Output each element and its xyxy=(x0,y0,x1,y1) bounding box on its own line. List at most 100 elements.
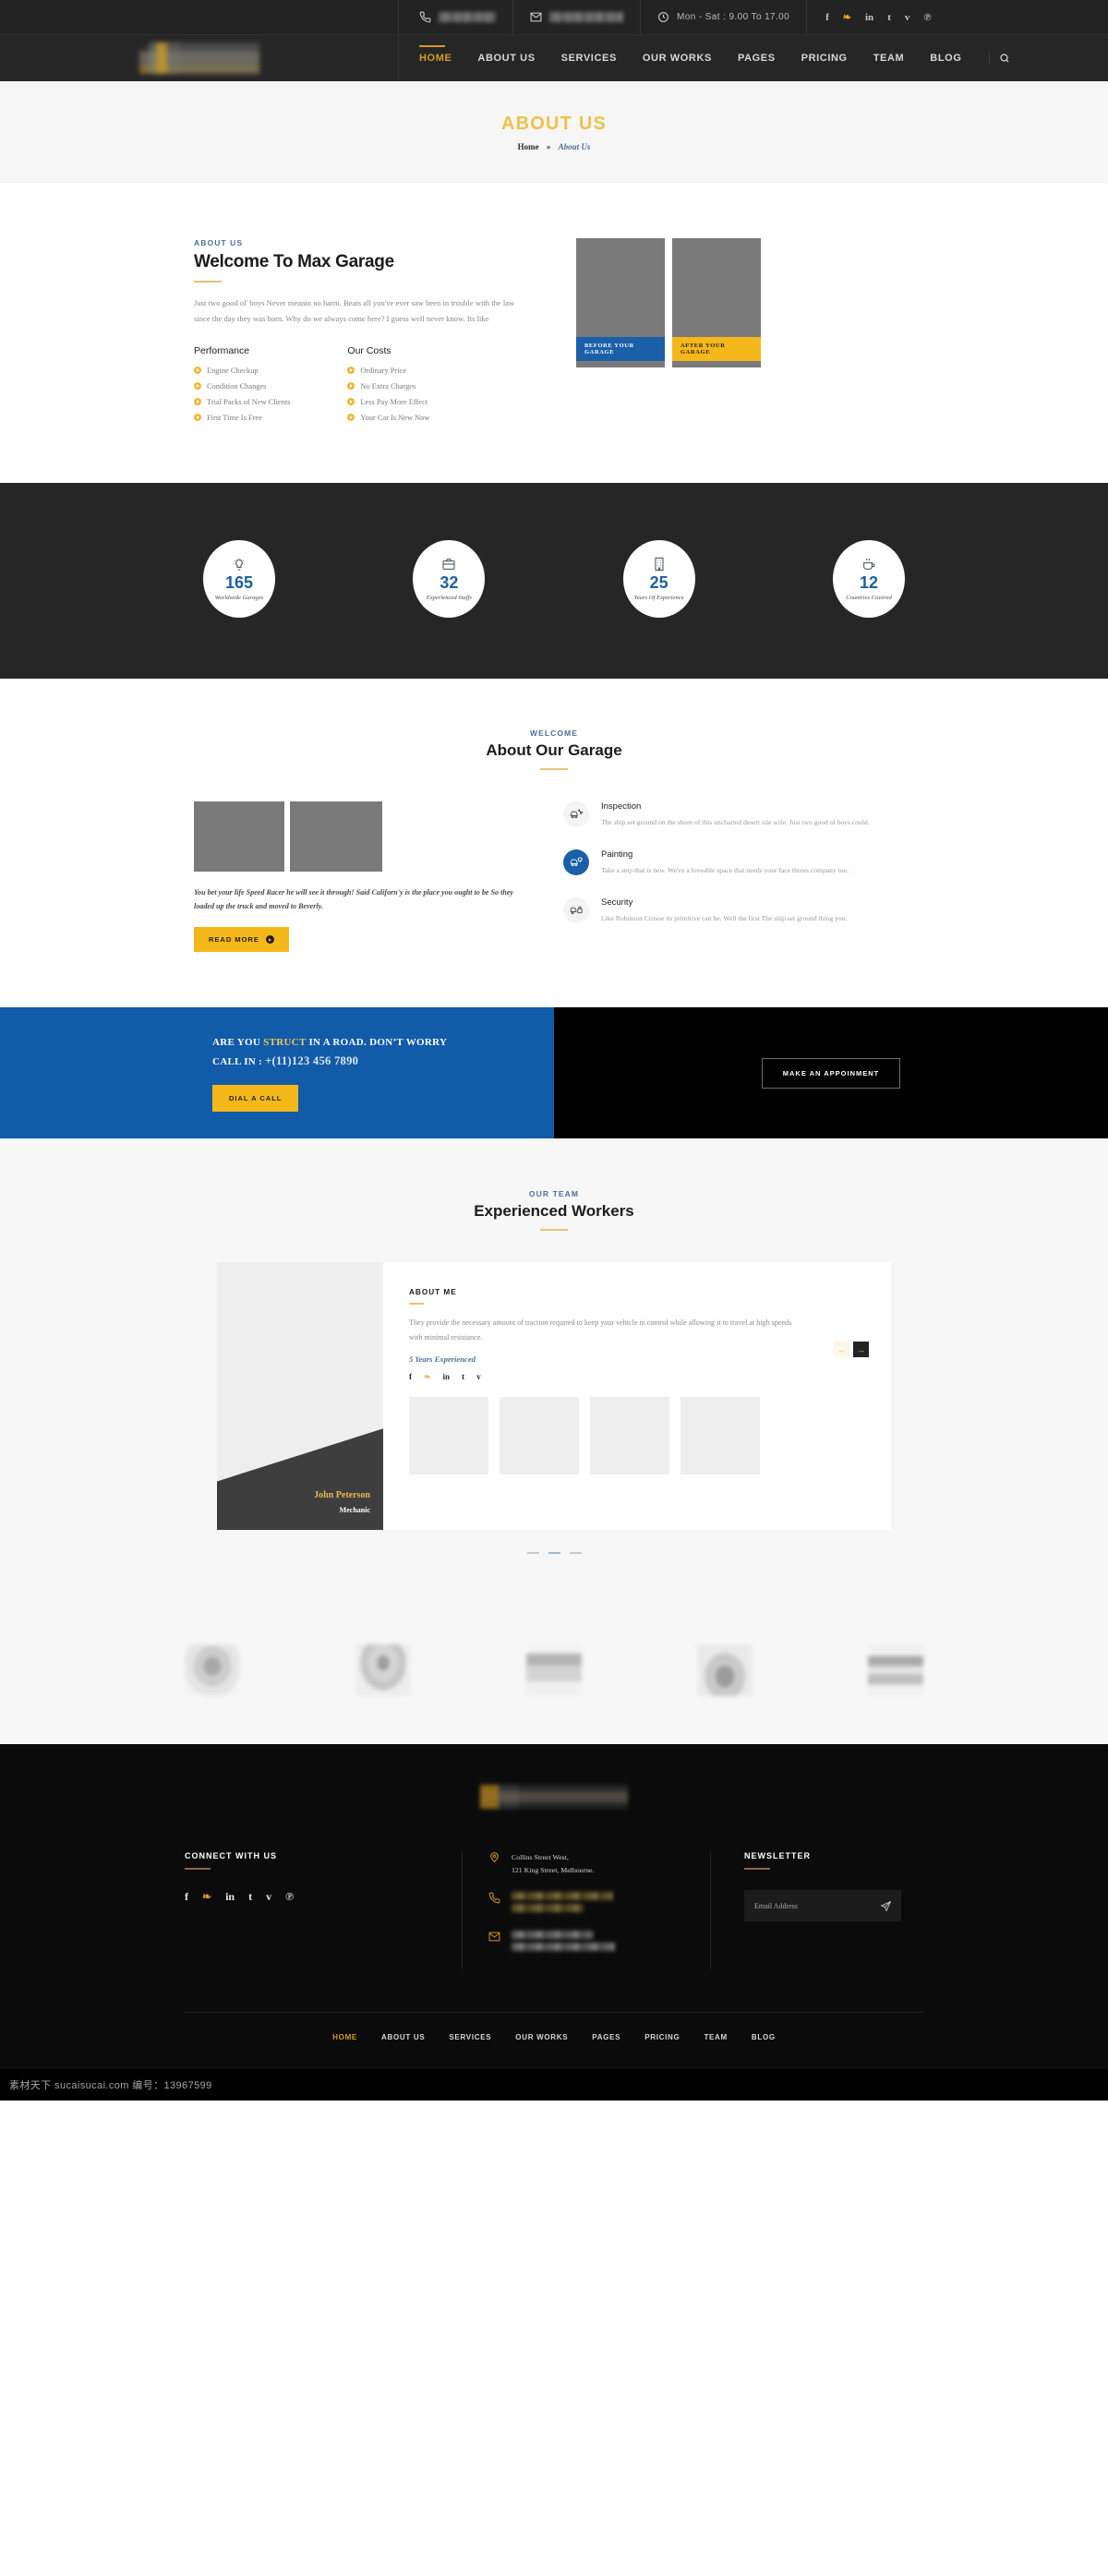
topbar-social-links: f ❧ in t v ℗ xyxy=(807,11,931,24)
topbar-hours: Mon - Sat : 9.00 To 17.00 xyxy=(641,0,808,35)
team-thumbnail[interactable] xyxy=(409,1396,488,1475)
team-carousel-nav: ← → xyxy=(834,1342,869,1358)
map-pin-icon xyxy=(488,1851,500,1863)
dial-a-call-button[interactable]: DIAL A CALL xyxy=(212,1085,299,1113)
chevron-circle-icon xyxy=(347,398,355,405)
topbar-phone[interactable] xyxy=(419,0,513,35)
footer-nav-about-us[interactable]: ABOUT US xyxy=(381,2033,425,2041)
footer-logo[interactable] xyxy=(480,1785,628,1810)
about-text-column: ABOUT US Welcome To Max Garage Just two … xyxy=(194,238,545,429)
cta-line1-b: IN A ROAD. DON’T WORRY xyxy=(306,1037,448,1049)
read-more-label: READ MORE xyxy=(209,935,259,945)
pinterest-icon[interactable]: ℗ xyxy=(285,1890,294,1904)
team-thumbnail[interactable] xyxy=(590,1396,669,1475)
vimeo-icon[interactable]: v xyxy=(905,12,910,23)
facebook-icon[interactable]: f xyxy=(825,12,829,23)
newsletter-send-button[interactable] xyxy=(870,1890,901,1921)
linkedin-icon[interactable]: in xyxy=(865,12,873,23)
footer-underline xyxy=(185,1868,211,1871)
vimeo-icon[interactable]: v xyxy=(476,1372,481,1382)
newsletter-email-input[interactable] xyxy=(744,1890,870,1922)
list-item: Trial Packs of New Clients xyxy=(194,398,290,406)
carousel-dot[interactable] xyxy=(569,1552,582,1555)
service-item-security[interactable]: Security Like Robinson Crusoe its primit… xyxy=(563,897,914,925)
team-member-details: ABOUT ME They provide the necessary amou… xyxy=(383,1262,891,1530)
site-logo[interactable] xyxy=(0,35,399,81)
chevron-circle-icon xyxy=(194,367,201,374)
counter-label: Experienced Staffs xyxy=(426,594,472,601)
footer-email[interactable] xyxy=(488,1930,684,1955)
carousel-dot-active[interactable] xyxy=(548,1552,560,1555)
vimeo-icon[interactable]: v xyxy=(266,1890,271,1904)
service-item-inspection[interactable]: Inspection The ship set ground on the sh… xyxy=(563,800,914,829)
pinterest-icon[interactable]: ℗ xyxy=(923,12,931,23)
nav-item-pages[interactable]: PAGES xyxy=(725,35,789,81)
service-item-painting[interactable]: Painting Take a step that is new. We've … xyxy=(563,849,914,877)
team-thumbnail[interactable] xyxy=(680,1396,760,1475)
topbar-phone-value xyxy=(439,12,496,22)
team-thumbnail[interactable] xyxy=(500,1396,579,1475)
nav-item-blog[interactable]: BLOG xyxy=(917,35,974,81)
nav-item-home[interactable]: HOME xyxy=(419,35,464,81)
dial-a-call-label: DIAL A CALL xyxy=(229,1094,283,1103)
service-title: Security xyxy=(601,897,633,908)
topbar-email-value xyxy=(549,12,623,22)
topbar-hours-text: Mon - Sat : 9.00 To 17.00 xyxy=(677,12,790,22)
before-tag[interactable]: BEFORE YOUR GARAGE xyxy=(576,337,665,361)
cta-headline: ARE YOU STRUCT IN A ROAD. DON’T WORRY CA… xyxy=(212,1034,554,1072)
facebook-icon[interactable]: f xyxy=(185,1890,188,1904)
read-more-button[interactable]: READ MORE xyxy=(194,927,289,953)
nav-item-team[interactable]: TEAM xyxy=(861,35,918,81)
topbar-logo-spacer xyxy=(0,0,399,34)
footer-nav-services[interactable]: SERVICES xyxy=(449,2033,491,2041)
topbar-contact-group: Mon - Sat : 9.00 To 17.00 f ❧ in t v ℗ xyxy=(399,0,1108,35)
counter-item: 165 Worldwide Garages xyxy=(203,539,275,618)
footer-nav-blog[interactable]: BLOG xyxy=(752,2033,776,2041)
footer-social-links: f ❧ in t v ℗ xyxy=(185,1890,462,1904)
footer-address: Collins Street West, 121 King Street, Me… xyxy=(488,1851,684,1876)
chevron-circle-icon xyxy=(347,367,355,374)
tumblr-icon[interactable]: t xyxy=(887,12,891,23)
footer-nav-our-works[interactable]: OUR WORKS xyxy=(515,2033,568,2041)
garage-quote: You bet your life Speed Racer he will se… xyxy=(194,887,514,910)
arrow-right-icon[interactable]: → xyxy=(853,1342,869,1358)
footer-nav-team[interactable]: TEAM xyxy=(704,2033,727,2041)
envelope-icon xyxy=(530,11,542,23)
footer-navigation: HOME ABOUT US SERVICES OUR WORKS PAGES P… xyxy=(0,2013,1108,2069)
footer-phone[interactable] xyxy=(488,1891,684,1916)
twitter-icon[interactable]: ❧ xyxy=(843,11,851,23)
nav-item-services[interactable]: SERVICES xyxy=(548,35,630,81)
after-tag[interactable]: AFTER YOUR GARAGE xyxy=(672,337,761,361)
chevron-circle-icon xyxy=(347,382,355,390)
lightbulb-icon xyxy=(232,557,247,572)
breadcrumb-home[interactable]: Home xyxy=(518,142,539,151)
tumblr-icon[interactable]: t xyxy=(462,1372,464,1382)
site-header: HOME ABOUT US SERVICES OUR WORKS PAGES P… xyxy=(0,35,1108,81)
clients-logos-section xyxy=(0,1607,1108,1745)
car-paint-icon xyxy=(563,849,589,875)
nav-item-about-us[interactable]: ABOUT US xyxy=(464,35,548,81)
footer-nav-home[interactable]: HOME xyxy=(332,2033,357,2041)
cta-phone[interactable]: +(11)123 456 7890 xyxy=(265,1054,358,1067)
facebook-icon[interactable]: f xyxy=(409,1372,412,1382)
arrow-left-icon[interactable]: ← xyxy=(834,1342,849,1358)
chevron-circle-icon xyxy=(194,414,201,421)
footer-connect-column: CONNECT WITH US f ❧ in t v ℗ xyxy=(185,1851,462,1968)
carousel-dot[interactable] xyxy=(526,1552,539,1555)
footer-nav-pages[interactable]: PAGES xyxy=(592,2033,620,2041)
topbar-email[interactable] xyxy=(513,0,641,35)
twitter-icon[interactable]: ❧ xyxy=(202,1890,211,1904)
nav-item-our-works[interactable]: OUR WORKS xyxy=(630,35,725,81)
linkedin-icon[interactable]: in xyxy=(225,1890,235,1904)
make-appointment-button[interactable]: MAKE AN APPOINMENT xyxy=(761,1057,901,1089)
team-section: OUR TEAM Experienced Workers John Peters… xyxy=(0,1138,1108,1608)
photo-name-slab xyxy=(217,1428,383,1531)
nav-item-pricing[interactable]: PRICING xyxy=(789,35,861,81)
team-member-photo: John Peterson Mechanic xyxy=(217,1262,383,1531)
footer-nav-pricing[interactable]: PRICING xyxy=(644,2033,680,2041)
search-icon[interactable] xyxy=(999,53,1010,64)
tumblr-icon[interactable]: t xyxy=(248,1890,252,1904)
linkedin-icon[interactable]: in xyxy=(443,1372,451,1382)
twitter-icon[interactable]: ❧ xyxy=(424,1372,431,1382)
counter-item: 12 Countries Covered xyxy=(832,539,905,618)
